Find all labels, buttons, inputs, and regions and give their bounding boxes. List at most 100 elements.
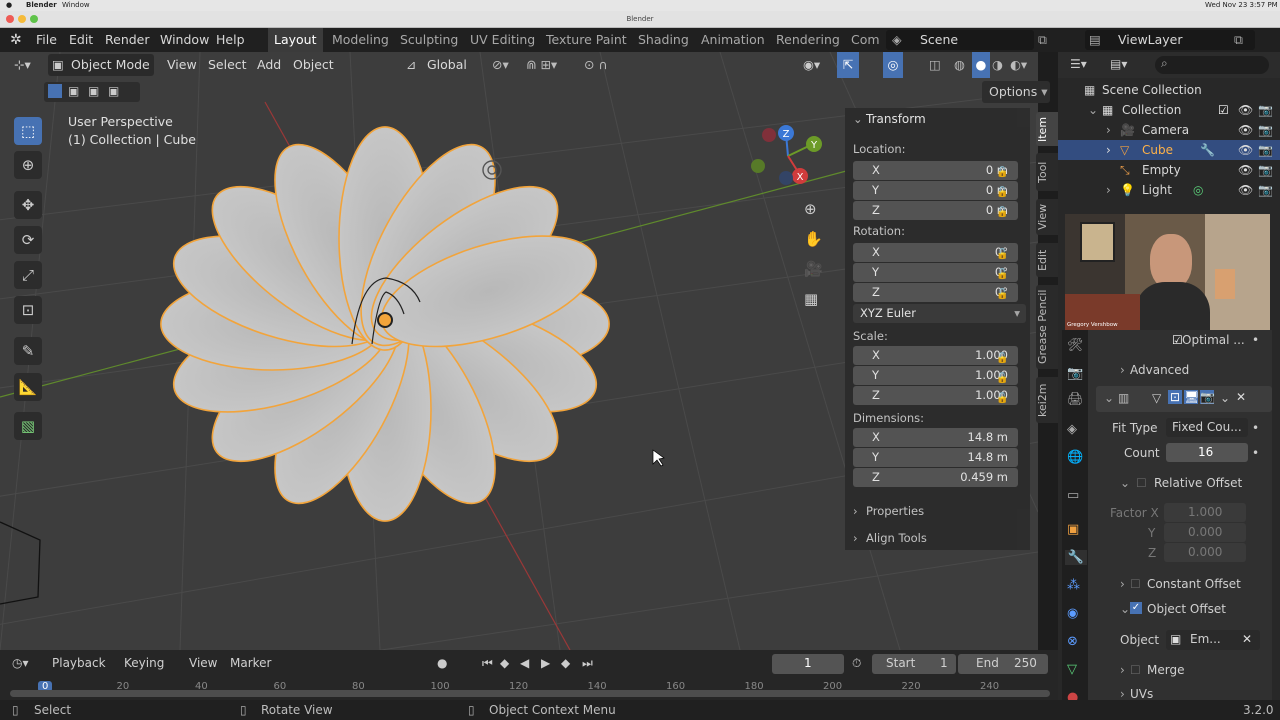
eye-icon[interactable]: 👁 (1238, 180, 1253, 200)
outliner-search-input[interactable]: ⌕ (1155, 56, 1269, 74)
tab-texture-paint[interactable]: Texture Paint (546, 28, 627, 52)
keyframe-dot-icon[interactable]: • (1252, 333, 1259, 347)
chevron-right-icon[interactable]: › (853, 504, 858, 518)
overlay-toggle-icon[interactable]: ◎ (883, 52, 903, 78)
add-cube-tool[interactable]: ▧ (14, 412, 42, 440)
timeline-menu-marker[interactable]: Marker (230, 656, 271, 670)
blender-logo-icon[interactable]: ✲ (10, 28, 22, 52)
visibility-icon[interactable]: ◉▾ (803, 52, 820, 78)
scene-tab-icon[interactable]: ◈ (1067, 422, 1077, 437)
xray-icon[interactable]: ◫ (929, 52, 941, 78)
zoom-icon[interactable]: ⊕ (804, 200, 817, 218)
rotate-tool[interactable]: ⟳ (14, 226, 42, 254)
outliner-item-collection[interactable]: ⌄ ▦ Collection ☑ 👁 📷 (1058, 100, 1280, 120)
chevron-right-icon[interactable]: › (1120, 687, 1125, 701)
object-offset-checkbox[interactable]: ✓ (1130, 602, 1142, 614)
outliner-item-empty[interactable]: ⤡ Empty 👁 📷 (1058, 160, 1280, 180)
vtab-edit[interactable]: Edit (1036, 243, 1058, 277)
lock-icon[interactable]: 🔓 🔓 🔓 (996, 163, 1008, 223)
fit-type-select[interactable]: Fixed Cou... (1166, 418, 1248, 437)
outliner-editor-icon[interactable]: ☰▾ (1070, 57, 1087, 71)
vtab-view[interactable]: View (1036, 199, 1058, 235)
gizmo-toggle-icon[interactable]: ⇱ (837, 52, 859, 78)
select-invert-icon[interactable]: ▣ (108, 84, 119, 98)
rotation-z-field[interactable]: Z 0° (853, 283, 1018, 302)
tab-rendering[interactable]: Rendering (776, 28, 840, 52)
camera-view-icon[interactable]: 🎥 (804, 260, 823, 278)
rotation-y-field[interactable]: Y 0° (853, 263, 1018, 282)
dimension-x-field[interactable]: X 14.8 m (853, 428, 1018, 447)
tab-compositing[interactable]: Com (851, 28, 880, 52)
tab-layout[interactable]: Layout (268, 28, 323, 52)
outliner-item-light[interactable]: › 💡 Light ◎ 👁 📷 (1058, 180, 1280, 200)
prev-keyframe-icon[interactable]: ◆ (500, 656, 509, 670)
chevron-right-icon[interactable]: › (1106, 120, 1111, 140)
new-scene-icon[interactable]: ⧉ (1038, 28, 1047, 52)
transform-panel-title[interactable]: Transform (866, 112, 926, 126)
rotation-x-field[interactable]: X 0° (853, 243, 1018, 262)
orientation-selector[interactable]: Global (427, 52, 467, 78)
vtab-tool[interactable]: Tool (1036, 153, 1058, 191)
editor-type-icon[interactable]: ⊹▾ (14, 52, 31, 78)
relative-offset-checkbox[interactable]: ☐ (1136, 476, 1147, 490)
viewport-menu-select[interactable]: Select (208, 52, 247, 78)
eye-icon[interactable]: 👁 (1238, 120, 1253, 140)
viewlayer-selector[interactable]: ▤ ViewLayer (1085, 30, 1255, 50)
viewport-menu-view[interactable]: View (167, 52, 197, 78)
select-extend-icon[interactable]: ▣ (68, 84, 79, 98)
minimize-window-button[interactable] (18, 15, 26, 23)
array-modifier-header[interactable]: ⌄ ▥ ▽ ⊡ 🖥 📷 ⌄ ✕ (1096, 386, 1272, 412)
clear-icon[interactable]: ✕ (1242, 632, 1252, 646)
render-camera-icon[interactable]: 📷 (1258, 140, 1273, 160)
close-window-button[interactable] (6, 15, 14, 23)
cage-toggle-icon[interactable]: ⊡ (1168, 390, 1182, 404)
zoom-window-button[interactable] (30, 15, 38, 23)
outliner-item-camera[interactable]: › 🎥 Camera 👁 📷 (1058, 120, 1280, 140)
select-mode-buttons[interactable]: ▣ ▣ ▣ (44, 82, 140, 102)
mac-app-name[interactable]: Blender (26, 0, 57, 11)
chevron-right-icon[interactable]: › (1106, 140, 1111, 160)
proportional-edit-icon[interactable]: ⊙ ∩ (584, 52, 608, 78)
end-frame-field[interactable]: End 250 (958, 654, 1048, 674)
factor-y-field[interactable]: 0.000 (1164, 523, 1246, 542)
display-mode-icon[interactable]: ▤▾ (1110, 57, 1127, 71)
vtab-grease-pencil[interactable]: Grease Pencil (1036, 285, 1058, 369)
current-frame-field[interactable]: 1 (772, 654, 844, 674)
chevron-down-icon[interactable]: ⌄ (1088, 100, 1098, 120)
chevron-right-icon[interactable]: › (1120, 663, 1125, 677)
render-camera-icon[interactable]: 📷 (1258, 100, 1273, 120)
chevron-right-icon[interactable]: › (1120, 577, 1125, 591)
close-icon[interactable]: ✕ (1236, 390, 1246, 404)
transform-tool[interactable]: ⊡ (14, 296, 42, 324)
start-frame-field[interactable]: Start 1 (872, 654, 956, 674)
tab-sculpting[interactable]: Sculpting (400, 28, 458, 52)
play-reverse-icon[interactable]: ◀ (520, 656, 529, 670)
timeline-menu-playback[interactable]: Playback (52, 656, 106, 670)
snap-icon[interactable]: ⋒ ⊞▾ (526, 52, 557, 78)
vtab-item[interactable]: Item (1036, 112, 1058, 146)
chevron-down-icon[interactable]: ⌄ (853, 112, 863, 126)
edit-mode-toggle-icon[interactable]: ▽ (1152, 391, 1161, 405)
jump-start-icon[interactable]: ⏮ (482, 656, 493, 671)
tab-shading[interactable]: Shading (638, 28, 689, 52)
world-tab-icon[interactable]: 🌐 (1067, 450, 1083, 465)
tool-tab-icon[interactable]: 🛠 (1067, 338, 1084, 353)
object-tab-icon[interactable]: ▣ (1067, 522, 1079, 537)
vtab-kei2m[interactable]: kei2m (1036, 377, 1058, 423)
physics-tab-icon[interactable]: ◉ (1067, 606, 1078, 621)
options-button[interactable]: Options ▾ (982, 81, 1050, 103)
cursor-tool[interactable]: ⊕ (14, 151, 42, 179)
viewport-toggle-icon[interactable]: 🖥 (1184, 390, 1199, 404)
render-camera-icon[interactable]: 📷 (1258, 120, 1273, 140)
chevron-down-icon[interactable]: ⌄ (1120, 476, 1130, 490)
mac-menu-window[interactable]: Window (62, 0, 90, 11)
annotate-tool[interactable]: ✎ (14, 337, 42, 365)
chevron-right-icon[interactable]: › (1106, 180, 1111, 200)
render-camera-icon[interactable]: 📷 (1258, 160, 1273, 180)
pan-hand-icon[interactable]: ✋ (804, 230, 823, 248)
viewport-menu-add[interactable]: Add (257, 52, 281, 78)
menu-window[interactable]: Window (160, 28, 209, 52)
timeline-menu-view[interactable]: View (189, 656, 217, 670)
stopwatch-icon[interactable]: ⏱ (852, 656, 861, 671)
location-z-field[interactable]: Z0 m (853, 201, 1018, 220)
